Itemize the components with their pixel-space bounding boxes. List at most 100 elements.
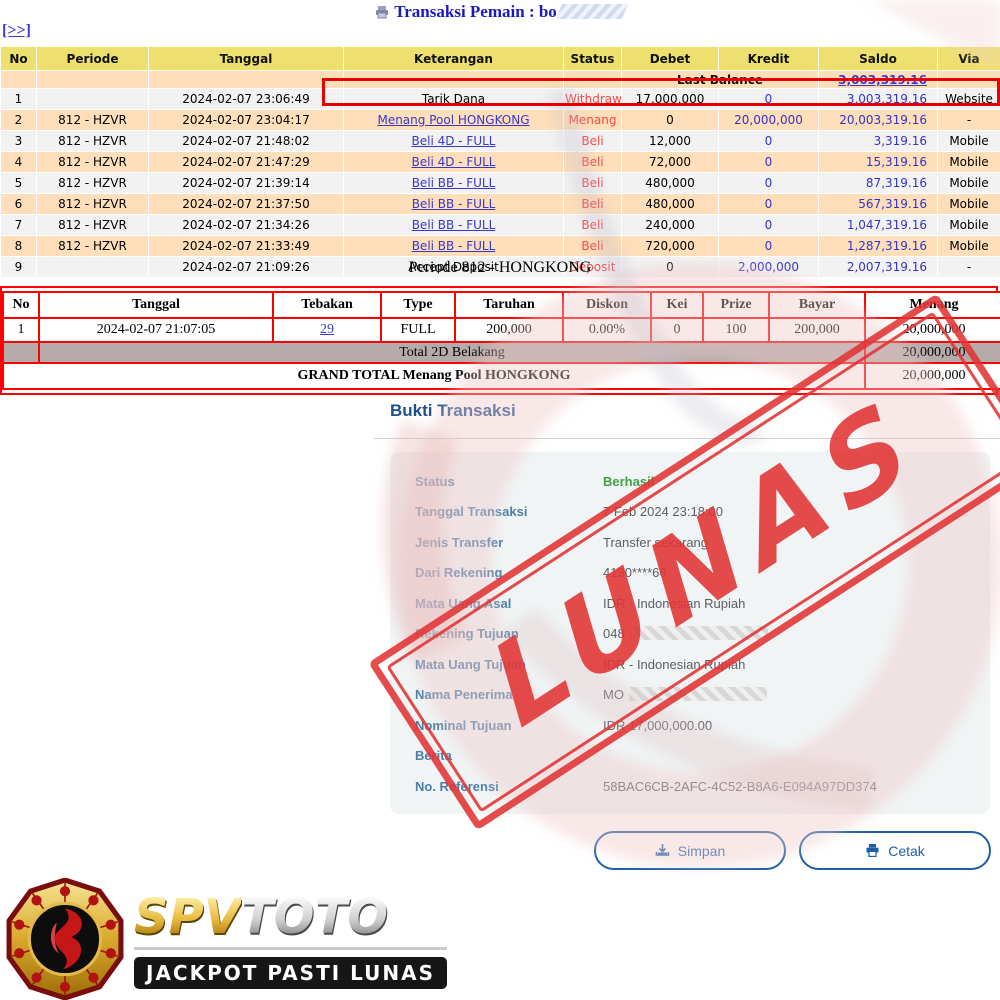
empty-cell <box>1 71 37 89</box>
cell-debet: 480,000 <box>622 173 719 194</box>
keterangan-link[interactable]: Beli 4D - FULL <box>412 155 496 169</box>
cell-keterangan: Beli BB - FULL <box>344 194 564 215</box>
empty-cell <box>37 71 149 89</box>
cell-kredit: 0 <box>719 131 819 152</box>
cell-no: 5 <box>1 173 37 194</box>
receipt-field: No. Referensi58BAC6CB-2AFC-4C52-B8A6-E09… <box>390 771 990 802</box>
receipt-field-label: Tanggal Transaksi <box>415 504 603 519</box>
keterangan-link[interactable]: Beli BB - FULL <box>412 176 496 190</box>
cell-saldo: 1,287,319.16 <box>819 236 938 257</box>
cell-tanggal: 2024-02-07 21:37:50 <box>149 194 344 215</box>
receipt-field: StatusBerhasil <box>390 466 990 497</box>
receipt-field-label: Berita <box>415 748 603 763</box>
cell-keterangan: Beli BB - FULL <box>344 215 564 236</box>
brand-gold: SPV <box>134 889 241 945</box>
cell-no: 1 <box>3 318 39 342</box>
cell-kredit: 0 <box>719 194 819 215</box>
page-title-text: Transaksi Pemain : bo <box>394 2 557 21</box>
col-via: Via <box>938 47 1000 71</box>
col-bayar: Bayar <box>769 292 865 318</box>
brand-silver: TOTO <box>241 889 388 945</box>
empty-cell <box>149 71 344 89</box>
empty-cell <box>344 71 564 89</box>
cell-tanggal: 2024-02-07 21:39:14 <box>149 173 344 194</box>
receipt-card: StatusBerhasil Tanggal Transaksi7 Feb 202… <box>390 452 990 814</box>
brand-tagline: JACKPOT PASTI LUNAS <box>134 957 447 989</box>
last-balance-row: Last Balance 3,003,319.16 <box>1 71 1000 89</box>
cell-tanggal: 2024-02-07 21:48:02 <box>149 131 344 152</box>
keterangan-link[interactable]: Beli BB - FULL <box>412 239 496 253</box>
keterangan-link[interactable]: Beli BB - FULL <box>412 197 496 211</box>
cell-debet: 17,000,000 <box>622 89 719 110</box>
empty-cell <box>3 342 39 363</box>
site-logo: SPVTOTO JACKPOT PASTI LUNAS <box>4 878 447 1000</box>
cell-no: 3 <box>1 131 37 152</box>
cell-via: - <box>938 110 1000 131</box>
col-tanggal: Tanggal <box>149 47 344 71</box>
col-no: No <box>3 292 39 318</box>
cell-taruhan: 200,000 <box>455 318 563 342</box>
receipt-field-label: Nominal Tujuan <box>415 718 603 733</box>
col-taruhan: Taruhan <box>455 292 563 318</box>
receipt-field-label: Mata Uang Tujuan <box>415 657 603 672</box>
col-status: Status <box>564 47 622 71</box>
cell-kredit: 0 <box>719 173 819 194</box>
cell-via: Website <box>938 89 1000 110</box>
last-balance-link[interactable]: 3,003,319.16 <box>838 73 927 87</box>
receipt-field: Nominal TujuanIDR 17,000,000.00 <box>390 710 990 741</box>
cell-saldo: 87,319.16 <box>819 173 938 194</box>
cell-no: 8 <box>1 236 37 257</box>
cell-keterangan: Tarik Dana <box>344 89 564 110</box>
receipt-field-label: Jenis Transfer <box>415 535 603 550</box>
cell-via: Mobile <box>938 215 1000 236</box>
cell-status: Beli <box>564 152 622 173</box>
cell-status: Beli <box>564 215 622 236</box>
grand-total-value: 20,000,000 <box>865 363 1000 389</box>
col-menang: Menang <box>865 292 1000 318</box>
cell-debet: 720,000 <box>622 236 719 257</box>
cell-kredit: 0 <box>719 152 819 173</box>
cell-no: 4 <box>1 152 37 173</box>
transactions-tbody: 12024-02-07 23:06:49Tarik DanaWithdraw17… <box>1 89 1000 278</box>
keterangan-link[interactable]: Menang Pool HONGKONG <box>377 113 529 127</box>
tebakan-link[interactable]: 29 <box>320 322 334 337</box>
col-type: Type <box>381 292 455 318</box>
cell-periode: 812 - HZVR <box>37 152 149 173</box>
receipt-field-label: Rekening Tujuan <box>415 626 603 641</box>
receipt-field: Dari Rekening4130****66 <box>390 558 990 589</box>
cell-periode <box>37 89 149 110</box>
col-prize: Prize <box>703 292 769 318</box>
cell-prize: 100 <box>703 318 769 342</box>
col-keterangan: Keterangan <box>344 47 564 71</box>
save-button[interactable]: Simpan <box>594 831 786 870</box>
censored-player-name <box>556 4 628 19</box>
cell-kredit: 0 <box>719 215 819 236</box>
cell-kredit: 20,000,000 <box>719 110 819 131</box>
cell-no: 2 <box>1 110 37 131</box>
total-label: Total 2D Belakang <box>39 342 865 363</box>
receipt-field-value: 7 Feb 2024 23:18:00 <box>603 504 723 519</box>
table-row: 7812 - HZVR2024-02-07 21:34:26Beli BB - … <box>1 215 1000 236</box>
cell-debet: 72,000 <box>622 152 719 173</box>
pagination-next-link[interactable]: [>>] <box>2 22 31 39</box>
keterangan-link[interactable]: Beli BB - FULL <box>412 218 496 232</box>
cell-debet: 480,000 <box>622 194 719 215</box>
col-no: No <box>1 47 37 71</box>
col-kredit: Kredit <box>719 47 819 71</box>
receipt-field-value: 4130****66 <box>603 565 667 580</box>
receipt-fields: StatusBerhasil Tanggal Transaksi7 Feb 202… <box>390 466 990 802</box>
cell-periode: 812 - HZVR <box>37 236 149 257</box>
table-row: 4812 - HZVR2024-02-07 21:47:29Beli 4D - … <box>1 152 1000 173</box>
cell-saldo: 20,003,319.16 <box>819 110 938 131</box>
cell-status: Beli <box>564 173 622 194</box>
cell-via: Mobile <box>938 236 1000 257</box>
cell-periode: 812 - HZVR <box>37 173 149 194</box>
keterangan-link[interactable]: Beli 4D - FULL <box>412 134 496 148</box>
cell-keterangan: Beli BB - FULL <box>344 236 564 257</box>
print-button[interactable]: Cetak <box>799 831 991 870</box>
cell-keterangan: Menang Pool HONGKONG <box>344 110 564 131</box>
receipt-field: Nama PenerimaMO <box>390 680 990 711</box>
cell-tanggal: 2024-02-07 23:06:49 <box>149 89 344 110</box>
bet-header-row: No Tanggal Tebakan Type Taruhan Diskon K… <box>3 292 1000 318</box>
print-icon <box>375 4 389 24</box>
